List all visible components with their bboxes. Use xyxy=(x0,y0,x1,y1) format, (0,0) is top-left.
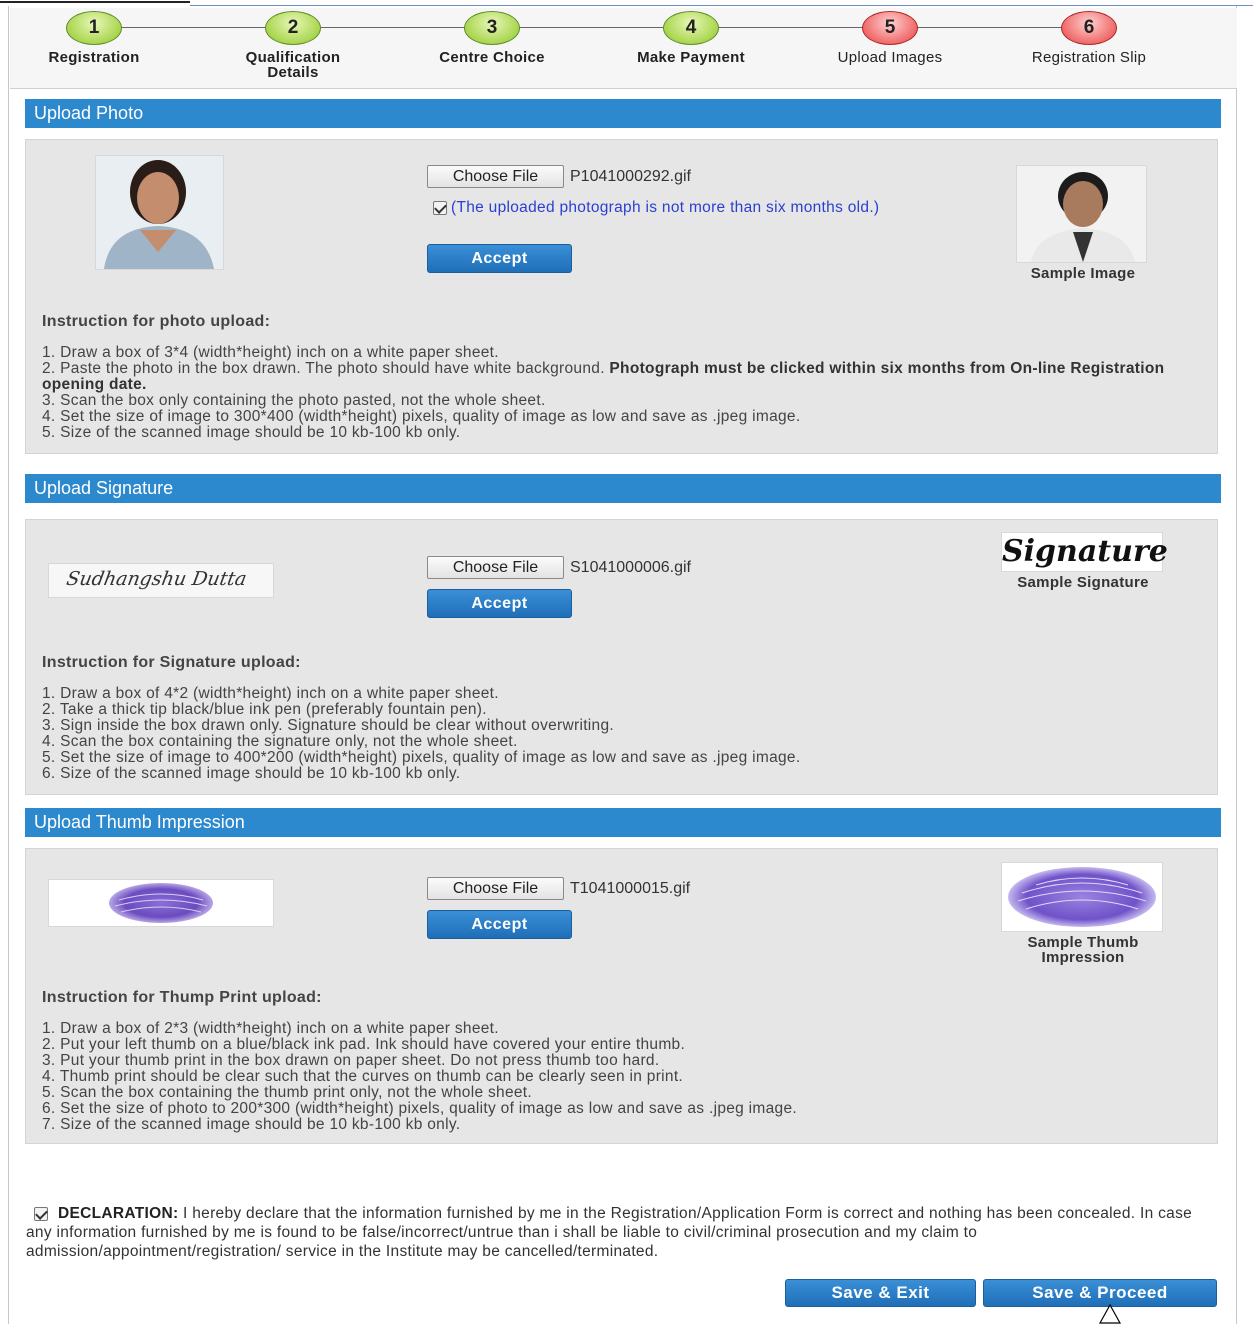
photo-instr-5: 5. Size of the scanned image should be 1… xyxy=(42,424,461,441)
sample-thumbprint-icon xyxy=(1008,867,1156,927)
declaration: DECLARATION: I hereby declare that the i… xyxy=(26,1204,1222,1261)
signature-file-name: S1041000006.gif xyxy=(570,559,691,576)
photo-instruction-list: 1. Draw a box of 3*4 (width*height) inch… xyxy=(42,345,1172,441)
uploaded-thumb-impression xyxy=(48,879,274,927)
thumbprint-icon xyxy=(109,883,213,923)
sample-signature-text: Signature xyxy=(1002,534,1168,569)
step-registration[interactable]: 1 Registration xyxy=(4,11,184,65)
signature-instr-1: 1. Draw a box of 4*2 (width*height) inch… xyxy=(42,685,499,702)
photo-age-checkbox[interactable] xyxy=(433,200,447,215)
step-label: Registration Slip xyxy=(1031,49,1147,66)
sample-signature-caption: Sample Signature xyxy=(1017,574,1149,591)
thumb-instr-5: 5. Scan the box containing the thumb pri… xyxy=(42,1084,533,1101)
signature-instr-6: 6. Size of the scanned image should be 1… xyxy=(42,765,461,782)
thumb-accept-button[interactable]: Accept xyxy=(427,910,572,939)
step-registration-slip[interactable]: 6 Registration Slip xyxy=(999,11,1179,65)
step-label: Centre Choice xyxy=(439,49,545,66)
signature-choose-file-button[interactable]: Choose File xyxy=(427,556,564,579)
step-qualification[interactable]: 2 Qualification Details xyxy=(203,11,383,80)
thumb-instr-1: 1. Draw a box of 2*3 (width*height) inch… xyxy=(42,1020,499,1037)
step-label: Make Payment xyxy=(637,49,745,66)
step-circle: 3 xyxy=(464,11,520,45)
signature-accept-button[interactable]: Accept xyxy=(427,589,572,618)
upload-signature-header: Upload Signature xyxy=(25,474,1221,503)
declaration-checkbox[interactable] xyxy=(34,1206,48,1221)
mouse-cursor-icon xyxy=(1098,1304,1122,1324)
step-circle: 1 xyxy=(66,11,122,45)
photo-accept-button[interactable]: Accept xyxy=(427,244,572,273)
photo-file-name: P1041000292.gif xyxy=(570,168,691,185)
thumb-instr-4: 4. Thumb print should be clear such that… xyxy=(42,1068,684,1085)
photo-instr-1: 1. Draw a box of 3*4 (width*height) inch… xyxy=(42,344,499,361)
signature-instr-3: 3. Sign inside the box drawn only. Signa… xyxy=(42,717,614,734)
thumb-instr-6: 6. Set the size of photo to 200*300 (wid… xyxy=(42,1100,798,1117)
sample-thumb-caption: Sample Thumb Impression xyxy=(1027,934,1139,966)
thumb-instr-3: 3. Put your thumb print in the box drawn… xyxy=(42,1052,660,1069)
step-label: Registration xyxy=(48,49,140,66)
photo-age-text: (The uploaded photograph is not more tha… xyxy=(451,199,880,216)
photo-instr-2: 2. Paste the photo in the box drawn. The… xyxy=(42,360,1165,393)
save-proceed-button[interactable]: Save & Proceed xyxy=(983,1279,1217,1307)
thumb-file-name: T1041000015.gif xyxy=(570,880,691,897)
photo-instruction-title: Instruction for photo upload: xyxy=(42,313,271,330)
upload-thumb-header: Upload Thumb Impression xyxy=(25,808,1221,837)
step-circle: 4 xyxy=(663,11,719,45)
photo-instr-4: 4. Set the size of image to 300*400 (wid… xyxy=(42,408,801,425)
thumb-instruction-list: 1. Draw a box of 2*3 (width*height) inch… xyxy=(42,1021,1172,1133)
step-centre-choice[interactable]: 3 Centre Choice xyxy=(402,11,582,65)
step-make-payment[interactable]: 4 Make Payment xyxy=(601,11,781,65)
uploaded-signature: Sudhangshu Dutta xyxy=(48,563,274,598)
sample-photo xyxy=(1016,165,1147,263)
thumb-instr-7: 7. Size of the scanned image should be 1… xyxy=(42,1116,461,1133)
uploaded-signature-text: Sudhangshu Dutta xyxy=(64,568,249,590)
top-edge-line xyxy=(0,0,190,3)
declaration-text: I hereby declare that the information fu… xyxy=(26,1205,1193,1260)
sample-thumb-impression xyxy=(1001,862,1163,932)
step-circle: 5 xyxy=(862,11,918,45)
photo-instr-3: 3. Scan the box only containing the phot… xyxy=(42,392,546,409)
photo-choose-file-button[interactable]: Choose File xyxy=(427,165,564,188)
step-upload-images[interactable]: 5 Upload Images xyxy=(800,11,980,65)
signature-instruction-title: Instruction for Signature upload: xyxy=(42,654,301,671)
sample-person-icon xyxy=(1017,166,1146,262)
person-photo-icon xyxy=(96,156,223,269)
uploaded-photo xyxy=(95,155,224,270)
progress-stepper: 1 Registration 2 Qualification Details 3… xyxy=(10,8,1237,89)
declaration-label: DECLARATION: xyxy=(58,1205,179,1222)
photo-age-confirmation: (The uploaded photograph is not more tha… xyxy=(427,200,947,216)
signature-instr-2: 2. Take a thick tip black/blue ink pen (… xyxy=(42,701,487,718)
sample-signature: Signature xyxy=(1001,532,1168,572)
signature-instr-5: 5. Set the size of image to 400*200 (wid… xyxy=(42,749,801,766)
sample-image-caption: Sample Image xyxy=(1030,265,1136,282)
signature-instr-4: 4. Scan the box containing the signature… xyxy=(42,733,518,750)
upload-photo-header: Upload Photo xyxy=(25,99,1221,128)
step-circle: 2 xyxy=(265,11,321,45)
signature-instruction-list: 1. Draw a box of 4*2 (width*height) inch… xyxy=(42,686,1172,782)
thumb-instr-2: 2. Put your left thumb on a blue/black i… xyxy=(42,1036,686,1053)
step-circle: 6 xyxy=(1061,11,1117,45)
thumb-instruction-title: Instruction for Thump Print upload: xyxy=(42,989,322,1006)
step-label: Upload Images xyxy=(837,49,943,66)
thumb-choose-file-button[interactable]: Choose File xyxy=(427,877,564,900)
step-label: Qualification Details xyxy=(245,49,341,81)
save-exit-button[interactable]: Save & Exit xyxy=(785,1279,976,1307)
